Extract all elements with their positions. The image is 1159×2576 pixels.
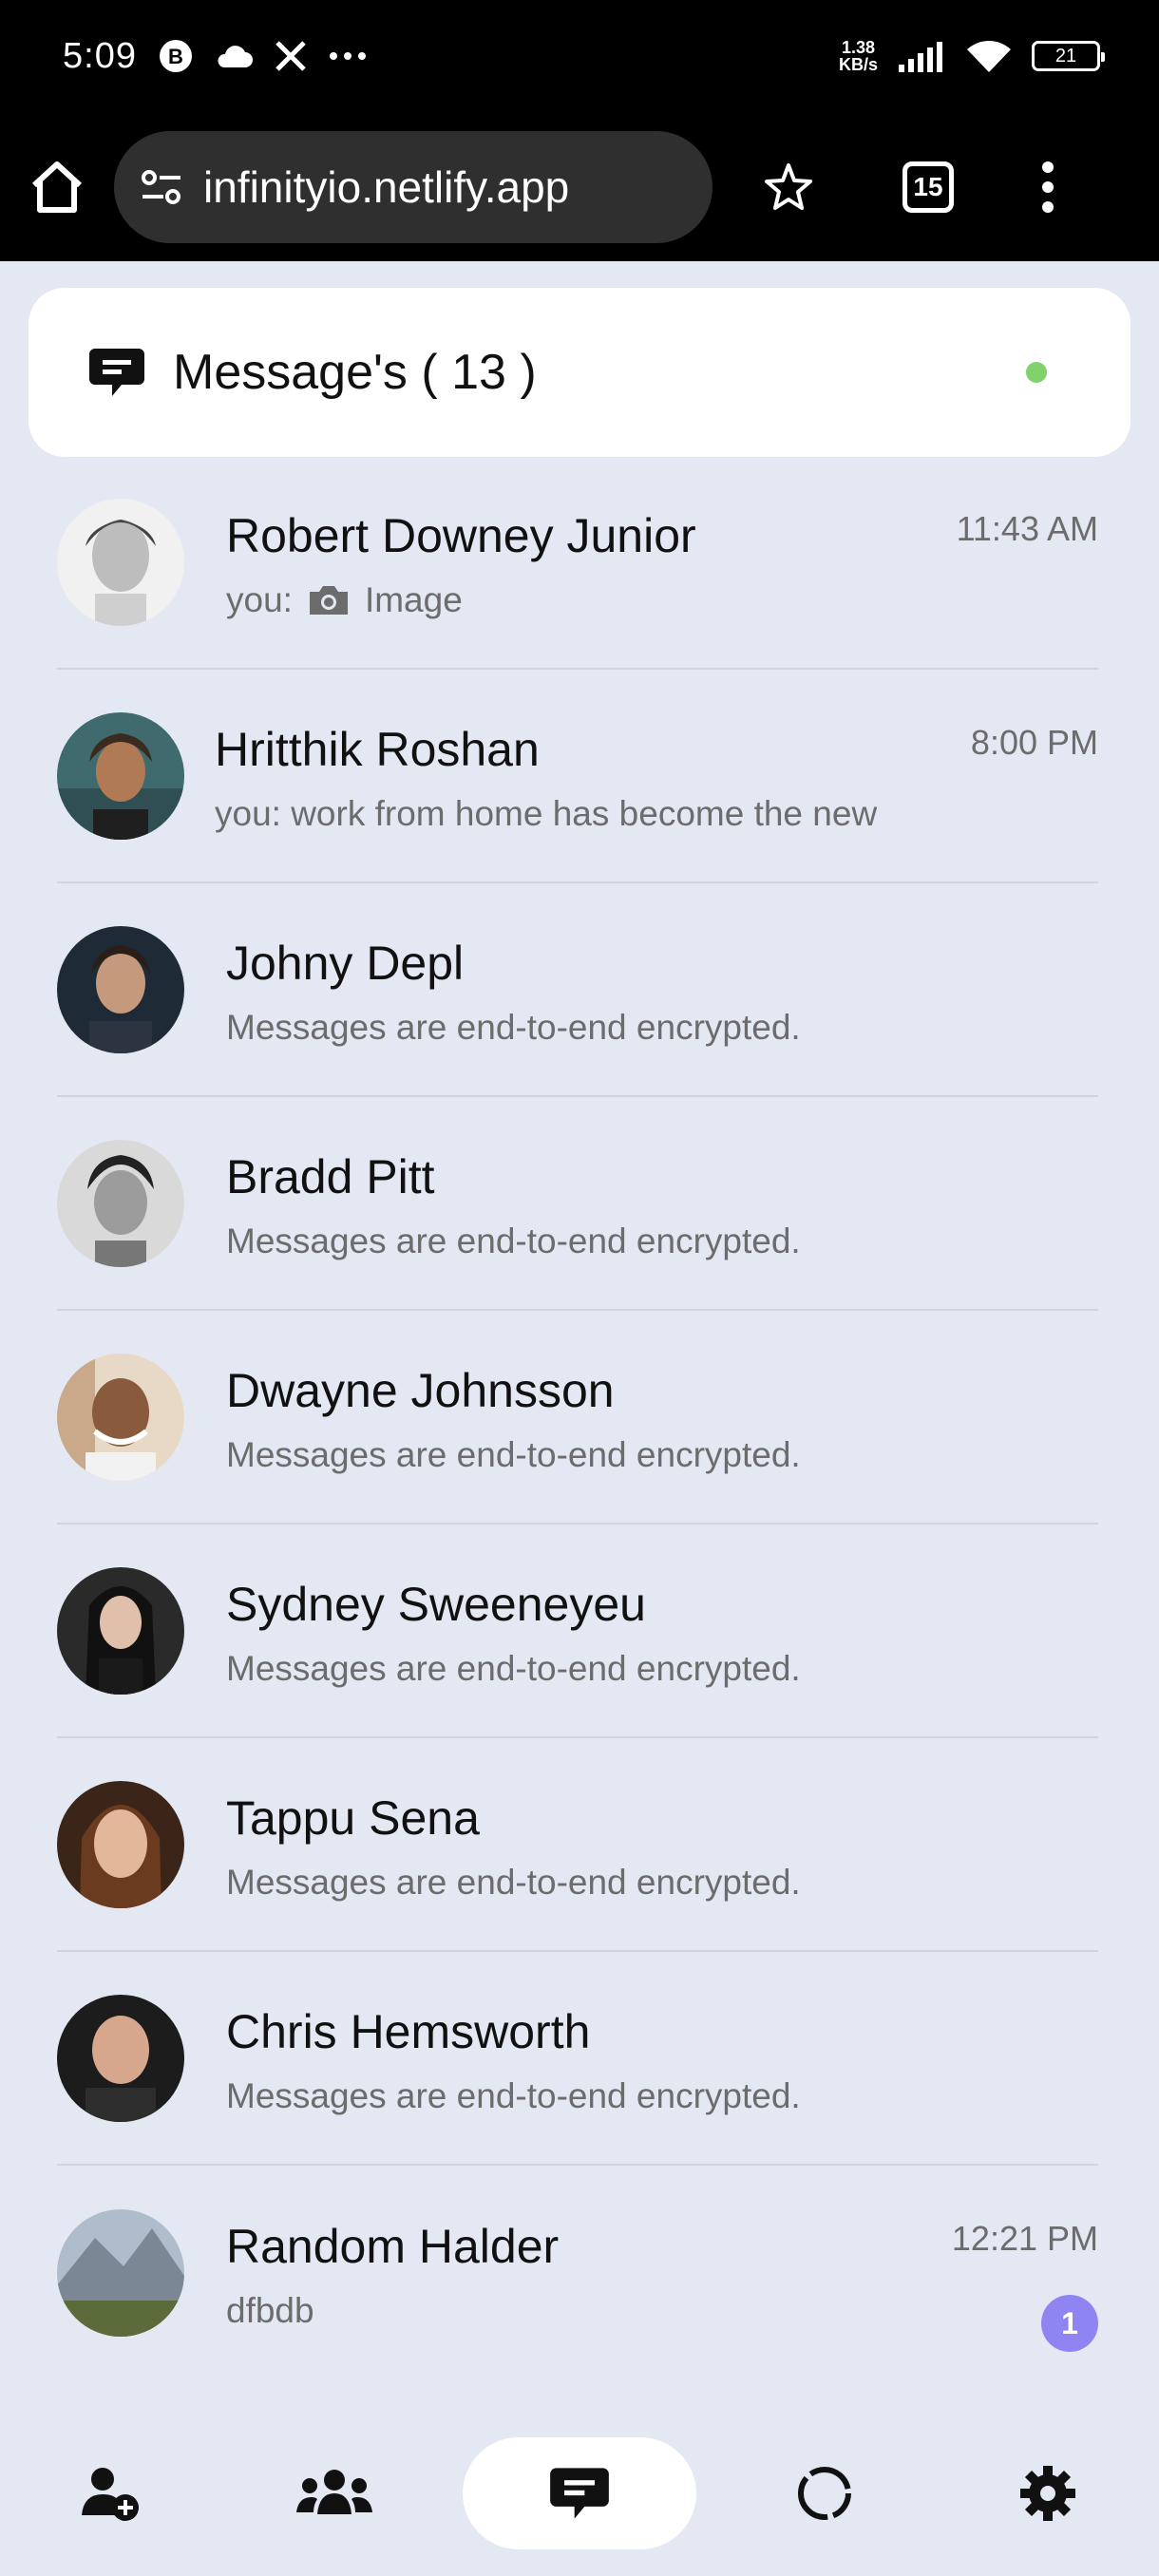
avatar — [57, 498, 184, 626]
network-speed: 1.38 KB/s — [838, 38, 878, 74]
chat-row-tappu-sena[interactable]: Tappu Sena Messages are end-to-end encry… — [57, 1738, 1098, 1952]
message-preview: you: work from home has become the new — [215, 793, 878, 833]
contact-name: Johny Depl — [226, 936, 465, 990]
address-bar[interactable]: infinityio.netlify.app — [114, 130, 712, 243]
camera-icon — [309, 585, 348, 615]
message-preview: Messages are end-to-end encrypted. — [226, 1862, 801, 1902]
messages-icon — [550, 2468, 609, 2519]
message-time: 12:21 PM — [951, 2219, 1098, 2258]
tabs-button[interactable]: 15 — [902, 161, 954, 213]
chat-list: Robert Downey Junior you: Image 11:43 AM… — [57, 456, 1098, 2379]
kebab-menu-icon — [1042, 161, 1054, 213]
status-time: 5:09 — [63, 35, 137, 76]
nav-add-user[interactable] — [16, 2437, 206, 2549]
avatar — [57, 925, 184, 1053]
nav-settings[interactable] — [953, 2437, 1143, 2549]
avatar — [57, 1566, 184, 1695]
groups-icon — [296, 2470, 373, 2514]
avatar — [57, 1139, 184, 1267]
unread-badge: 1 — [1041, 2295, 1098, 2352]
page-title: Message's ( 13 ) — [173, 345, 537, 400]
signal-icon — [897, 40, 946, 72]
cloud-icon — [215, 43, 253, 69]
message-preview: Messages are end-to-end encrypted. — [226, 1221, 801, 1260]
chat-row-dwayne-johnsson[interactable]: Dwayne Johnsson Messages are end-to-end … — [57, 1311, 1098, 1525]
message-preview: Messages are end-to-end encrypted. — [226, 1007, 801, 1047]
status-bar: 5:09 B 1.38 KB/s 21 — [0, 0, 1159, 112]
more-notifications-icon — [329, 51, 367, 61]
message-preview: Messages are end-to-end encrypted. — [226, 1648, 801, 1688]
contact-name: Tappu Sena — [226, 1790, 480, 1845]
star-icon — [765, 162, 812, 210]
nav-status[interactable] — [730, 2437, 920, 2549]
avatar — [57, 711, 184, 840]
chat-row-chris-hemsworth[interactable]: Chris Hemsworth Messages are end-to-end … — [57, 1952, 1098, 2166]
bookmark-button[interactable] — [762, 161, 815, 214]
wifi-icon — [965, 38, 1013, 74]
url-text: infinityio.netlify.app — [203, 161, 570, 212]
home-icon — [31, 161, 83, 213]
contact-name: Dwayne Johnsson — [226, 1363, 615, 1417]
chat-row-random-halder[interactable]: Random Halder dfbdb 12:21 PM 1 — [57, 2166, 1098, 2379]
battery-indicator: 21 — [1032, 41, 1105, 71]
contact-name: Bradd Pitt — [226, 1149, 435, 1203]
contact-name: Sydney Sweeneyeu — [226, 1577, 646, 1631]
message-preview: Messages are end-to-end encrypted. — [226, 2075, 801, 2115]
bottom-navigation — [0, 2432, 1159, 2555]
browser-menu-button[interactable] — [1041, 161, 1054, 214]
chat-row-robert-downey-junior[interactable]: Robert Downey Junior you: Image 11:43 AM — [57, 456, 1098, 670]
tab-count: 15 — [902, 161, 954, 213]
b-app-icon: B — [158, 38, 194, 74]
chat-row-bradd-pitt[interactable]: Bradd Pitt Messages are end-to-end encry… — [57, 1097, 1098, 1311]
svg-text:B: B — [168, 45, 183, 68]
nav-groups[interactable] — [239, 2437, 429, 2549]
online-status-dot — [1026, 362, 1047, 383]
message-preview: dfbdb — [226, 2290, 314, 2330]
chat-row-sydney-sweeneyeu[interactable]: Sydney Sweeneyeu Messages are end-to-end… — [57, 1525, 1098, 1738]
chat-row-johny-depl[interactable]: Johny Depl Messages are end-to-end encry… — [57, 883, 1098, 1097]
chat-bubble-icon — [89, 349, 144, 396]
add-user-icon — [82, 2468, 140, 2521]
browser-toolbar: infinityio.netlify.app 15 — [0, 112, 1159, 261]
x-app-icon — [274, 39, 308, 73]
status-icon — [797, 2467, 851, 2520]
message-time: 11:43 AM — [956, 509, 1098, 548]
avatar — [57, 2208, 184, 2337]
avatar — [57, 1780, 184, 1908]
home-button[interactable] — [28, 159, 86, 216]
chat-row-hritthik-roshan[interactable]: Hritthik Roshan you: work from home has … — [57, 670, 1098, 883]
nav-messages[interactable] — [462, 2437, 696, 2549]
site-settings-icon[interactable] — [141, 168, 182, 206]
contact-name: Chris Hemsworth — [226, 2004, 591, 2058]
message-preview: Messages are end-to-end encrypted. — [226, 1434, 801, 1474]
contact-name: Hritthik Roshan — [215, 722, 540, 776]
settings-icon — [1019, 2466, 1075, 2521]
message-time: 8:00 PM — [970, 723, 1098, 762]
messages-header: Message's ( 13 ) — [28, 288, 1130, 457]
message-preview: you: Image — [226, 579, 463, 619]
avatar — [57, 1994, 184, 2122]
avatar — [57, 1353, 184, 1481]
